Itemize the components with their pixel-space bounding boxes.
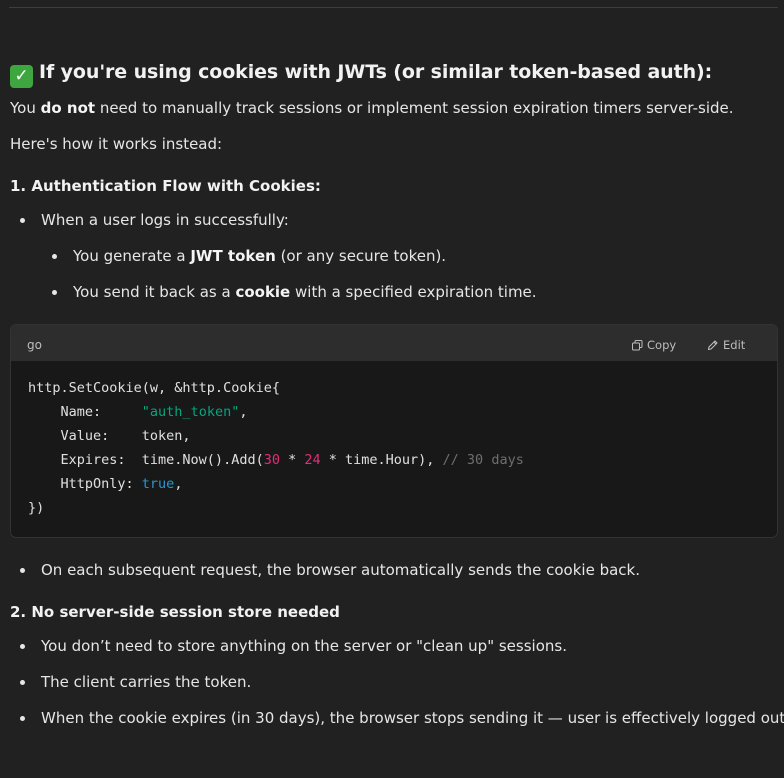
list-item-text: You don’t need to store anything on the …: [41, 637, 567, 655]
list-item-bold: JWT token: [190, 247, 276, 265]
bullet-dot: [20, 716, 25, 721]
chat-response: ✓ If you're using cookies with JWTs (or s…: [0, 0, 784, 778]
code-language-label: go: [27, 338, 42, 352]
list-item: The client carries the token.: [20, 672, 252, 692]
code-token: Name:: [28, 404, 142, 420]
code-line: Value: token,: [28, 428, 191, 444]
copy-button-label: Copy: [647, 338, 677, 352]
intro-paragraph: You do not need to manually track sessio…: [10, 98, 734, 118]
section-heading: ✓ If you're using cookies with JWTs (or s…: [10, 60, 712, 88]
horizontal-divider: [9, 7, 778, 8]
code-token: ,: [174, 476, 183, 492]
code-token: Expires: time.Now().Add(: [28, 452, 264, 468]
intro-text-start: You: [10, 99, 41, 117]
bullet-dot: [20, 218, 25, 223]
check-mark-emoji-icon: ✓: [10, 65, 33, 88]
how-it-works-paragraph: Here's how it works instead:: [10, 135, 223, 153]
list-item-text: You send it back as a: [73, 283, 236, 301]
code-comment: // 30 days: [442, 452, 524, 468]
edit-pencil-icon: [707, 340, 718, 351]
list-item-text: The client carries the token.: [41, 673, 252, 691]
code-token: HttpOnly:: [28, 476, 142, 492]
code-keyword: true: [141, 476, 175, 492]
bullet-dot: [52, 290, 57, 295]
bullet-dot: [20, 568, 25, 573]
bullet-dot: [20, 680, 25, 685]
list-item-text: You generate a: [73, 247, 191, 265]
code-token: ,: [239, 404, 248, 420]
section1-title: 1. Authentication Flow with Cookies:: [10, 177, 321, 195]
code-number: 24: [304, 452, 321, 468]
list-item-text: with a specified expiration time.: [290, 283, 537, 301]
intro-text-end: need to manually track sessions or imple…: [95, 99, 734, 117]
code-token: * time.Hour),: [320, 452, 443, 468]
list-item-bold: cookie: [235, 283, 291, 301]
list-item: You generate a JWT token (or any secure …: [52, 246, 447, 266]
code-block-header: go Copy Edit: [11, 325, 777, 361]
edit-button[interactable]: Edit: [707, 335, 745, 355]
list-item: When the cookie expires (in 30 days), th…: [20, 708, 784, 728]
code-line: http.SetCookie(w, &http.Cookie{: [28, 380, 280, 396]
list-item: You send it back as a cookie with a spec…: [52, 282, 537, 302]
code-line: }): [28, 500, 45, 516]
list-item-text: On each subsequent request, the browser …: [41, 561, 640, 579]
code-token: *: [279, 452, 305, 468]
intro-bold: do not: [40, 99, 96, 117]
section2-title: 2. No server-side session store needed: [10, 603, 340, 621]
copy-icon: [632, 340, 643, 351]
bullet-dot: [52, 254, 57, 259]
code-block: go Copy Edit http.SetCookie(w, &http.Coo…: [10, 324, 778, 538]
list-item: When a user logs in successfully:: [20, 210, 289, 230]
copy-button[interactable]: Copy: [632, 335, 676, 355]
heading-text: If you're using cookies with JWTs (or si…: [39, 61, 713, 83]
edit-button-label: Edit: [723, 338, 746, 352]
code-string: "auth_token": [141, 404, 240, 420]
code-number: 30: [263, 452, 280, 468]
list-item-text: When the cookie expires (in 30 days), th…: [41, 709, 784, 727]
list-item: You don’t need to store anything on the …: [20, 636, 567, 656]
bullet-dot: [20, 644, 25, 649]
list-item-text: When a user logs in successfully:: [41, 211, 289, 229]
list-item: On each subsequent request, the browser …: [20, 560, 640, 580]
code-content[interactable]: http.SetCookie(w, &http.Cookie{ Name: "a…: [28, 376, 524, 520]
list-item-text: (or any secure token).: [275, 247, 447, 265]
